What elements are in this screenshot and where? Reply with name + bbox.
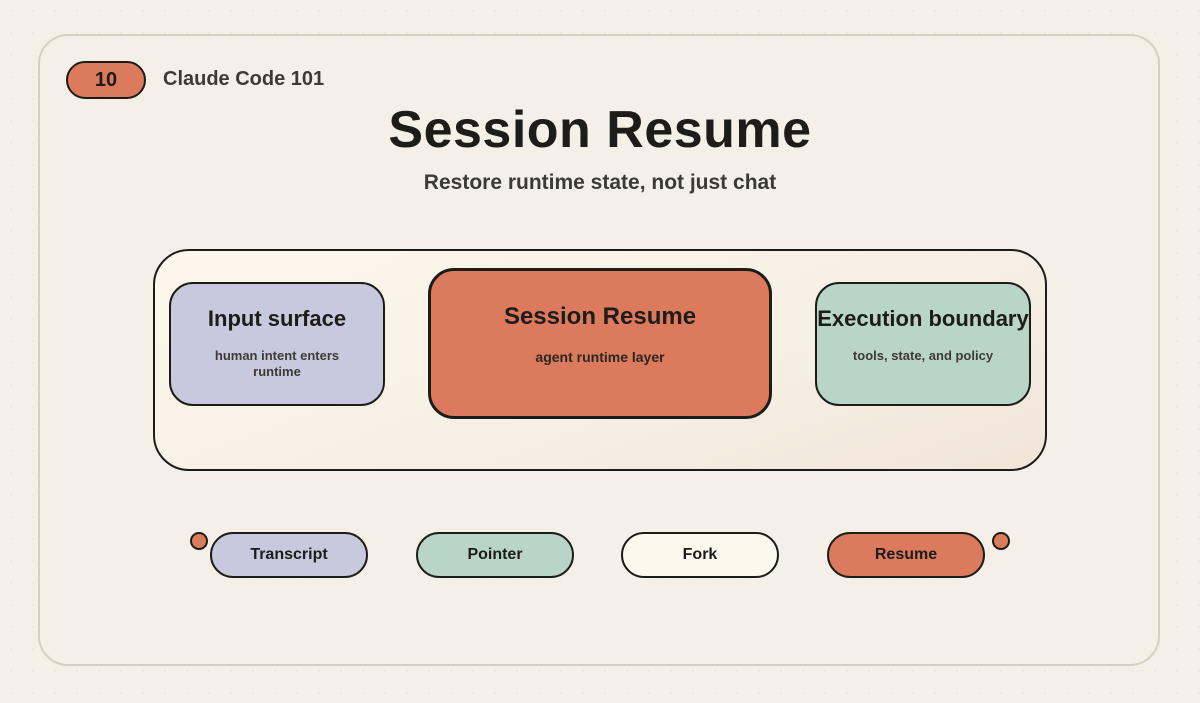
legend-pill-resume: Resume [827,532,985,578]
page-subtitle: Restore runtime state, not just chat [423,171,777,194]
slide-number-badge: 10 [66,61,146,99]
node-session-resume: Session Resume agent runtime layer [428,268,772,419]
node-input-surface: Input surface human intent enters runtim… [169,282,385,406]
node-title: Input surface [207,306,347,331]
node-execution-boundary: Execution boundary tools, state, and pol… [815,282,1031,406]
node-description: tools, state, and policy [852,348,994,363]
legend-pill-fork: Fork [621,532,779,578]
node-description: agent runtime layer [535,349,665,365]
accent-dot-left [190,532,208,550]
legend-pill-pointer: Pointer [416,532,574,578]
accent-dot-right [992,532,1010,550]
page-title: Session Resume [388,101,812,159]
node-description: human intent enters runtime [214,348,340,379]
legend-pill-transcript: Transcript [210,532,368,578]
node-title: Execution boundary [817,306,1029,331]
node-title: Session Resume [503,303,697,330]
series-label: Claude Code 101 [163,68,325,90]
